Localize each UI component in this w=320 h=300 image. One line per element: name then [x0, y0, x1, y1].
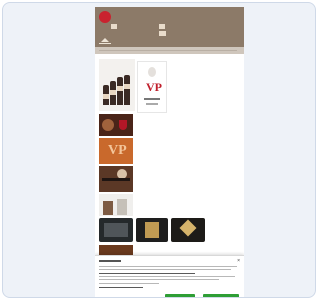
cookie-settings-link[interactable]: [99, 287, 143, 289]
leaflet-text: [144, 98, 160, 100]
gift-box: [117, 199, 127, 215]
cookie-text-line: [99, 269, 231, 271]
cookie-text-line: [99, 276, 235, 278]
browser-frame: VP VP ×: [2, 2, 316, 298]
bottle: [124, 75, 130, 105]
product-image-leaflet[interactable]: VP: [137, 61, 167, 113]
cookie-text-line: [99, 273, 195, 275]
site-header: [95, 7, 244, 47]
wine-glass: [119, 120, 127, 130]
main-nav[interactable]: [95, 47, 244, 54]
cookie-banner: ×: [95, 255, 244, 297]
cookie-accept-button[interactable]: [203, 294, 239, 297]
thumbnail-2[interactable]: [136, 218, 168, 242]
bottle: [117, 77, 123, 105]
home-icon[interactable]: [101, 38, 109, 42]
thumb-content: [145, 222, 159, 238]
close-icon[interactable]: ×: [237, 258, 240, 264]
wax-seal-icon: [148, 67, 156, 77]
bottle: [103, 85, 109, 105]
mail-icon[interactable]: [159, 24, 165, 29]
cookie-text-line: [99, 283, 159, 285]
cookie-text-line: [99, 266, 237, 268]
mail-icon: [159, 31, 166, 36]
vp-logo: VP: [146, 80, 162, 94]
product-image-barrel[interactable]: [99, 114, 133, 136]
nav-divider: [99, 50, 237, 51]
leaflet-text: [146, 103, 158, 105]
thumbnail-3[interactable]: [171, 218, 205, 242]
phone-icon[interactable]: [111, 24, 117, 29]
product-image-bottles[interactable]: [99, 59, 135, 111]
logo-icon[interactable]: [99, 11, 111, 23]
thumbnail-1[interactable]: [99, 218, 133, 242]
thumb-content: [179, 219, 197, 237]
product-image-vp-box[interactable]: VP: [99, 138, 133, 164]
vp-logo: VP: [108, 143, 127, 158]
thumb-content: [104, 223, 128, 237]
cookie-title: [99, 260, 121, 262]
cookie-title-text: [99, 260, 121, 262]
product-image-table[interactable]: [99, 166, 133, 192]
barrel: [102, 119, 114, 131]
cookie-text-line: [99, 279, 219, 281]
home-underline: [99, 43, 111, 44]
product-image-gift[interactable]: [99, 194, 133, 216]
table: [102, 178, 130, 181]
gift-box: [103, 201, 113, 215]
web-page: VP VP ×: [95, 7, 244, 297]
cookie-decline-button[interactable]: [165, 294, 195, 297]
bottle: [110, 81, 116, 105]
